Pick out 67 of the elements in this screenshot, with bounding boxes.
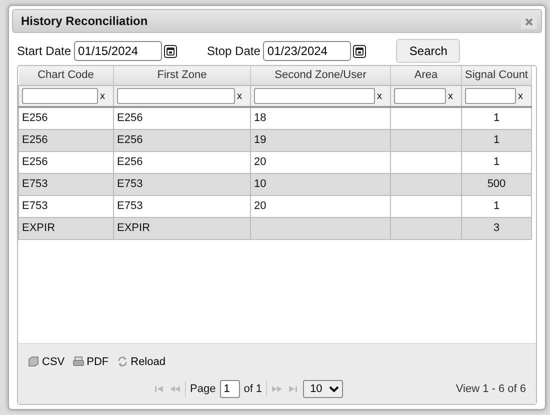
- column-header[interactable]: First Zone: [114, 66, 250, 85]
- table-cell: 1: [462, 107, 532, 129]
- next-page-icon[interactable]: [271, 384, 284, 394]
- column-header[interactable]: Signal Count: [462, 66, 532, 85]
- table-cell: E256: [18, 151, 114, 173]
- field-label: Start Date: [17, 43, 72, 60]
- table-cell: 20: [250, 195, 390, 217]
- table-cell: [390, 195, 462, 217]
- clear-filter-button[interactable]: x: [518, 90, 523, 102]
- clear-filter-button[interactable]: x: [237, 90, 242, 102]
- table-cell: E753: [18, 173, 114, 195]
- page-label: Page: [190, 382, 216, 397]
- table-cell: 19: [250, 129, 390, 151]
- calendar-icon[interactable]: [164, 44, 178, 58]
- table-cell: E753: [18, 195, 114, 217]
- close-icon: [524, 16, 534, 27]
- table-cell: EXPIR: [114, 217, 250, 239]
- table-cell: [390, 217, 462, 239]
- page-field[interactable]: 1: [220, 380, 240, 398]
- toolbar-button[interactable]: PDF: [72, 354, 109, 370]
- table-cell: E256: [114, 151, 250, 173]
- table-cell: E753: [114, 173, 250, 195]
- table-cell: E256: [18, 129, 114, 151]
- table-cell: 18: [250, 107, 390, 129]
- table-cell: 10: [250, 173, 390, 195]
- filter-field[interactable]: [465, 88, 516, 104]
- table-cell: 500: [462, 173, 532, 195]
- page-size-select[interactable]: 10: [303, 380, 344, 398]
- table-cell: E256: [18, 107, 114, 129]
- refresh-icon: [116, 356, 128, 368]
- column-header[interactable]: Second Zone/User: [250, 66, 390, 85]
- table-cell: E256: [114, 107, 250, 129]
- toolbar-button[interactable]: CSV: [28, 354, 65, 370]
- filter-field[interactable]: [117, 88, 235, 104]
- file-icon: [28, 356, 39, 368]
- table-cell: 1: [462, 129, 532, 151]
- table-cell: EXPIR: [18, 217, 114, 239]
- table-cell: 3: [462, 217, 532, 239]
- toolbar-button[interactable]: Reload: [116, 354, 166, 370]
- first-page-icon[interactable]: [153, 384, 165, 394]
- date-field[interactable]: 01/23/2024: [263, 41, 352, 61]
- table-cell: E256: [114, 129, 250, 151]
- table-cell: [390, 173, 462, 195]
- clear-filter-button[interactable]: x: [377, 90, 382, 102]
- filter-field[interactable]: [22, 88, 98, 104]
- table-cell: [390, 151, 462, 173]
- last-page-icon[interactable]: [287, 384, 300, 394]
- clear-filter-button[interactable]: x: [448, 90, 453, 102]
- previous-page-icon[interactable]: [169, 384, 181, 394]
- filter-field[interactable]: [394, 88, 446, 104]
- field-label: Stop Date: [207, 43, 260, 60]
- table-cell: [390, 129, 462, 151]
- clear-filter-button[interactable]: x: [100, 90, 105, 102]
- table-cell: 1: [462, 151, 532, 173]
- date-field[interactable]: 01/15/2024: [74, 41, 162, 61]
- column-header[interactable]: Area: [390, 66, 462, 85]
- page-count: of 1: [244, 382, 262, 397]
- filter-field[interactable]: [254, 88, 375, 104]
- table-cell: 20: [250, 151, 390, 173]
- table-cell: 1: [462, 195, 532, 217]
- column-header[interactable]: Chart Code: [18, 66, 114, 85]
- table-cell: E753: [114, 195, 250, 217]
- dialog-title: History Reconciliation: [21, 13, 148, 30]
- calendar-icon[interactable]: [353, 44, 366, 58]
- record-count: View 1 - 6 of 6: [456, 382, 526, 397]
- printer-icon: [72, 356, 84, 368]
- search-button[interactable]: Search: [396, 39, 460, 63]
